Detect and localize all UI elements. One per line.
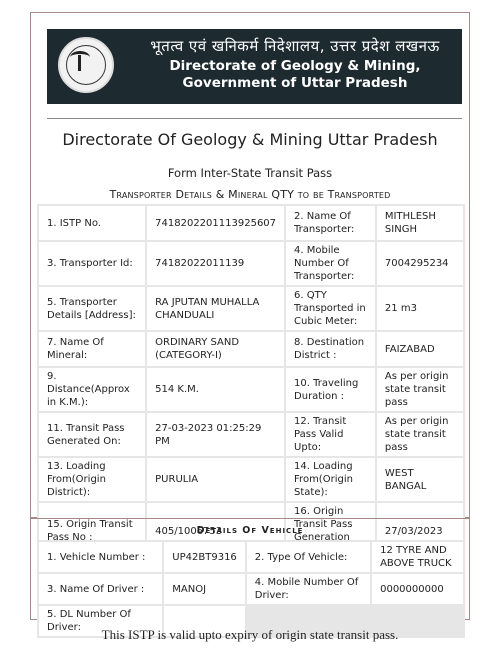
field-value: PURULIA	[147, 458, 285, 501]
field-value: 74182022011139	[147, 242, 285, 285]
field-value: 21 m3	[376, 287, 463, 330]
table-row: 7. Name Of Mineral: ORDINARY SAND (CATEGO…	[39, 332, 463, 366]
field-label: 6. QTY Transported in Cubic Meter:	[286, 287, 375, 330]
table-row: 1. Vehicle Number : UP42BT9316 2. Type Of …	[39, 542, 463, 572]
field-label: 13. Loading From(Origin District):	[39, 458, 146, 501]
field-label: 3. Name Of Driver :	[39, 574, 163, 604]
banner-english-line2: Government of Uttar Pradesh	[182, 75, 408, 91]
field-label: 4. Mobile Number Of Driver:	[246, 574, 371, 604]
table-row: 3. Transporter Id: 74182022011139 4. Mobil…	[39, 242, 463, 285]
table-row: 11. Transit Pass Generated On: 27-03-2023…	[39, 413, 463, 456]
field-label: 8. Destination District :	[286, 332, 375, 366]
field-value: UP42BT9316	[164, 542, 245, 572]
validity-note: This ISTP is valid upto expiry of origin…	[101, 627, 399, 642]
table-row: 1. ISTP No. 7418202201113925607 2. Name Of…	[39, 206, 463, 240]
divider	[47, 118, 462, 119]
vehicle-section-heading: Details Of Vehicle	[196, 525, 304, 536]
field-value: 7418202201113925607	[147, 206, 285, 240]
field-value: As per origin state transit pass	[376, 368, 463, 411]
banner-hindi-title: भूतत्व एवं खनिकर्म निदेशालय, उत्तर प्रदे…	[150, 37, 440, 55]
field-value: ORDINARY SAND (CATEGORY-I)	[147, 332, 285, 366]
field-label: 9. Distance(Approx in K.M.):	[39, 368, 146, 411]
field-value: 0000000000	[372, 574, 463, 604]
transporter-section-heading: Transporter Details & Mineral QTY to be …	[109, 188, 391, 201]
field-label: 1. ISTP No.	[39, 206, 146, 240]
emblem-arrow	[78, 55, 81, 71]
table-row: 13. Loading From(Origin District): PURULI…	[39, 458, 463, 501]
field-value: 7004295234	[376, 242, 463, 285]
table-row: 3. Name Of Driver : MANOJ 4. Mobile Number…	[39, 574, 463, 604]
field-label: 3. Transporter Id:	[39, 242, 146, 285]
table-row: 9. Distance(Approx in K.M.): 514 K.M. 10. …	[39, 368, 463, 411]
field-label: 11. Transit Pass Generated On:	[39, 413, 146, 456]
field-label: 10. Traveling Duration :	[286, 368, 375, 411]
vehicle-details-table: 1. Vehicle Number : UP42BT9316 2. Type Of …	[37, 540, 465, 638]
field-label: 2. Type Of Vehicle:	[246, 542, 371, 572]
field-value: As per origin state transit pass	[376, 413, 463, 456]
field-value: MITHLESH SINGH	[376, 206, 463, 240]
emblem-ring	[66, 45, 106, 85]
field-value: MANOJ	[164, 574, 245, 604]
page-title: Directorate Of Geology & Mining Uttar Pr…	[62, 130, 438, 149]
table-row: 5. Transporter Details [Address]: RA JPUT…	[39, 287, 463, 330]
field-value: 27-03-2023 01:25:29 PM	[147, 413, 285, 456]
banner-english-line1: Directorate of Geology & Mining,	[169, 58, 421, 74]
field-value: RA JPUTAN MUHALLA CHANDUALI	[147, 287, 285, 330]
field-label: 5. Transporter Details [Address]:	[39, 287, 146, 330]
field-label: 2. Name Of Transporter:	[286, 206, 375, 240]
field-label: 7. Name Of Mineral:	[39, 332, 146, 366]
field-value: FAIZABAD	[376, 332, 463, 366]
field-label: 4. Mobile Number Of Transporter:	[286, 242, 375, 285]
banner-english-title: Directorate of Geology & Mining, Governm…	[130, 58, 460, 92]
field-value: 514 K.M.	[147, 368, 285, 411]
field-label: 14. Loading From(Origin State):	[286, 458, 375, 501]
field-value: WEST BANGAL	[376, 458, 463, 501]
form-subtitle: Form Inter-State Transit Pass	[167, 166, 333, 180]
field-value: 12 TYRE AND ABOVE TRUCK	[372, 542, 463, 572]
field-label: 1. Vehicle Number :	[39, 542, 163, 572]
field-label: 12. Transit Pass Valid Upto:	[286, 413, 375, 456]
up-government-emblem-icon	[58, 37, 114, 93]
